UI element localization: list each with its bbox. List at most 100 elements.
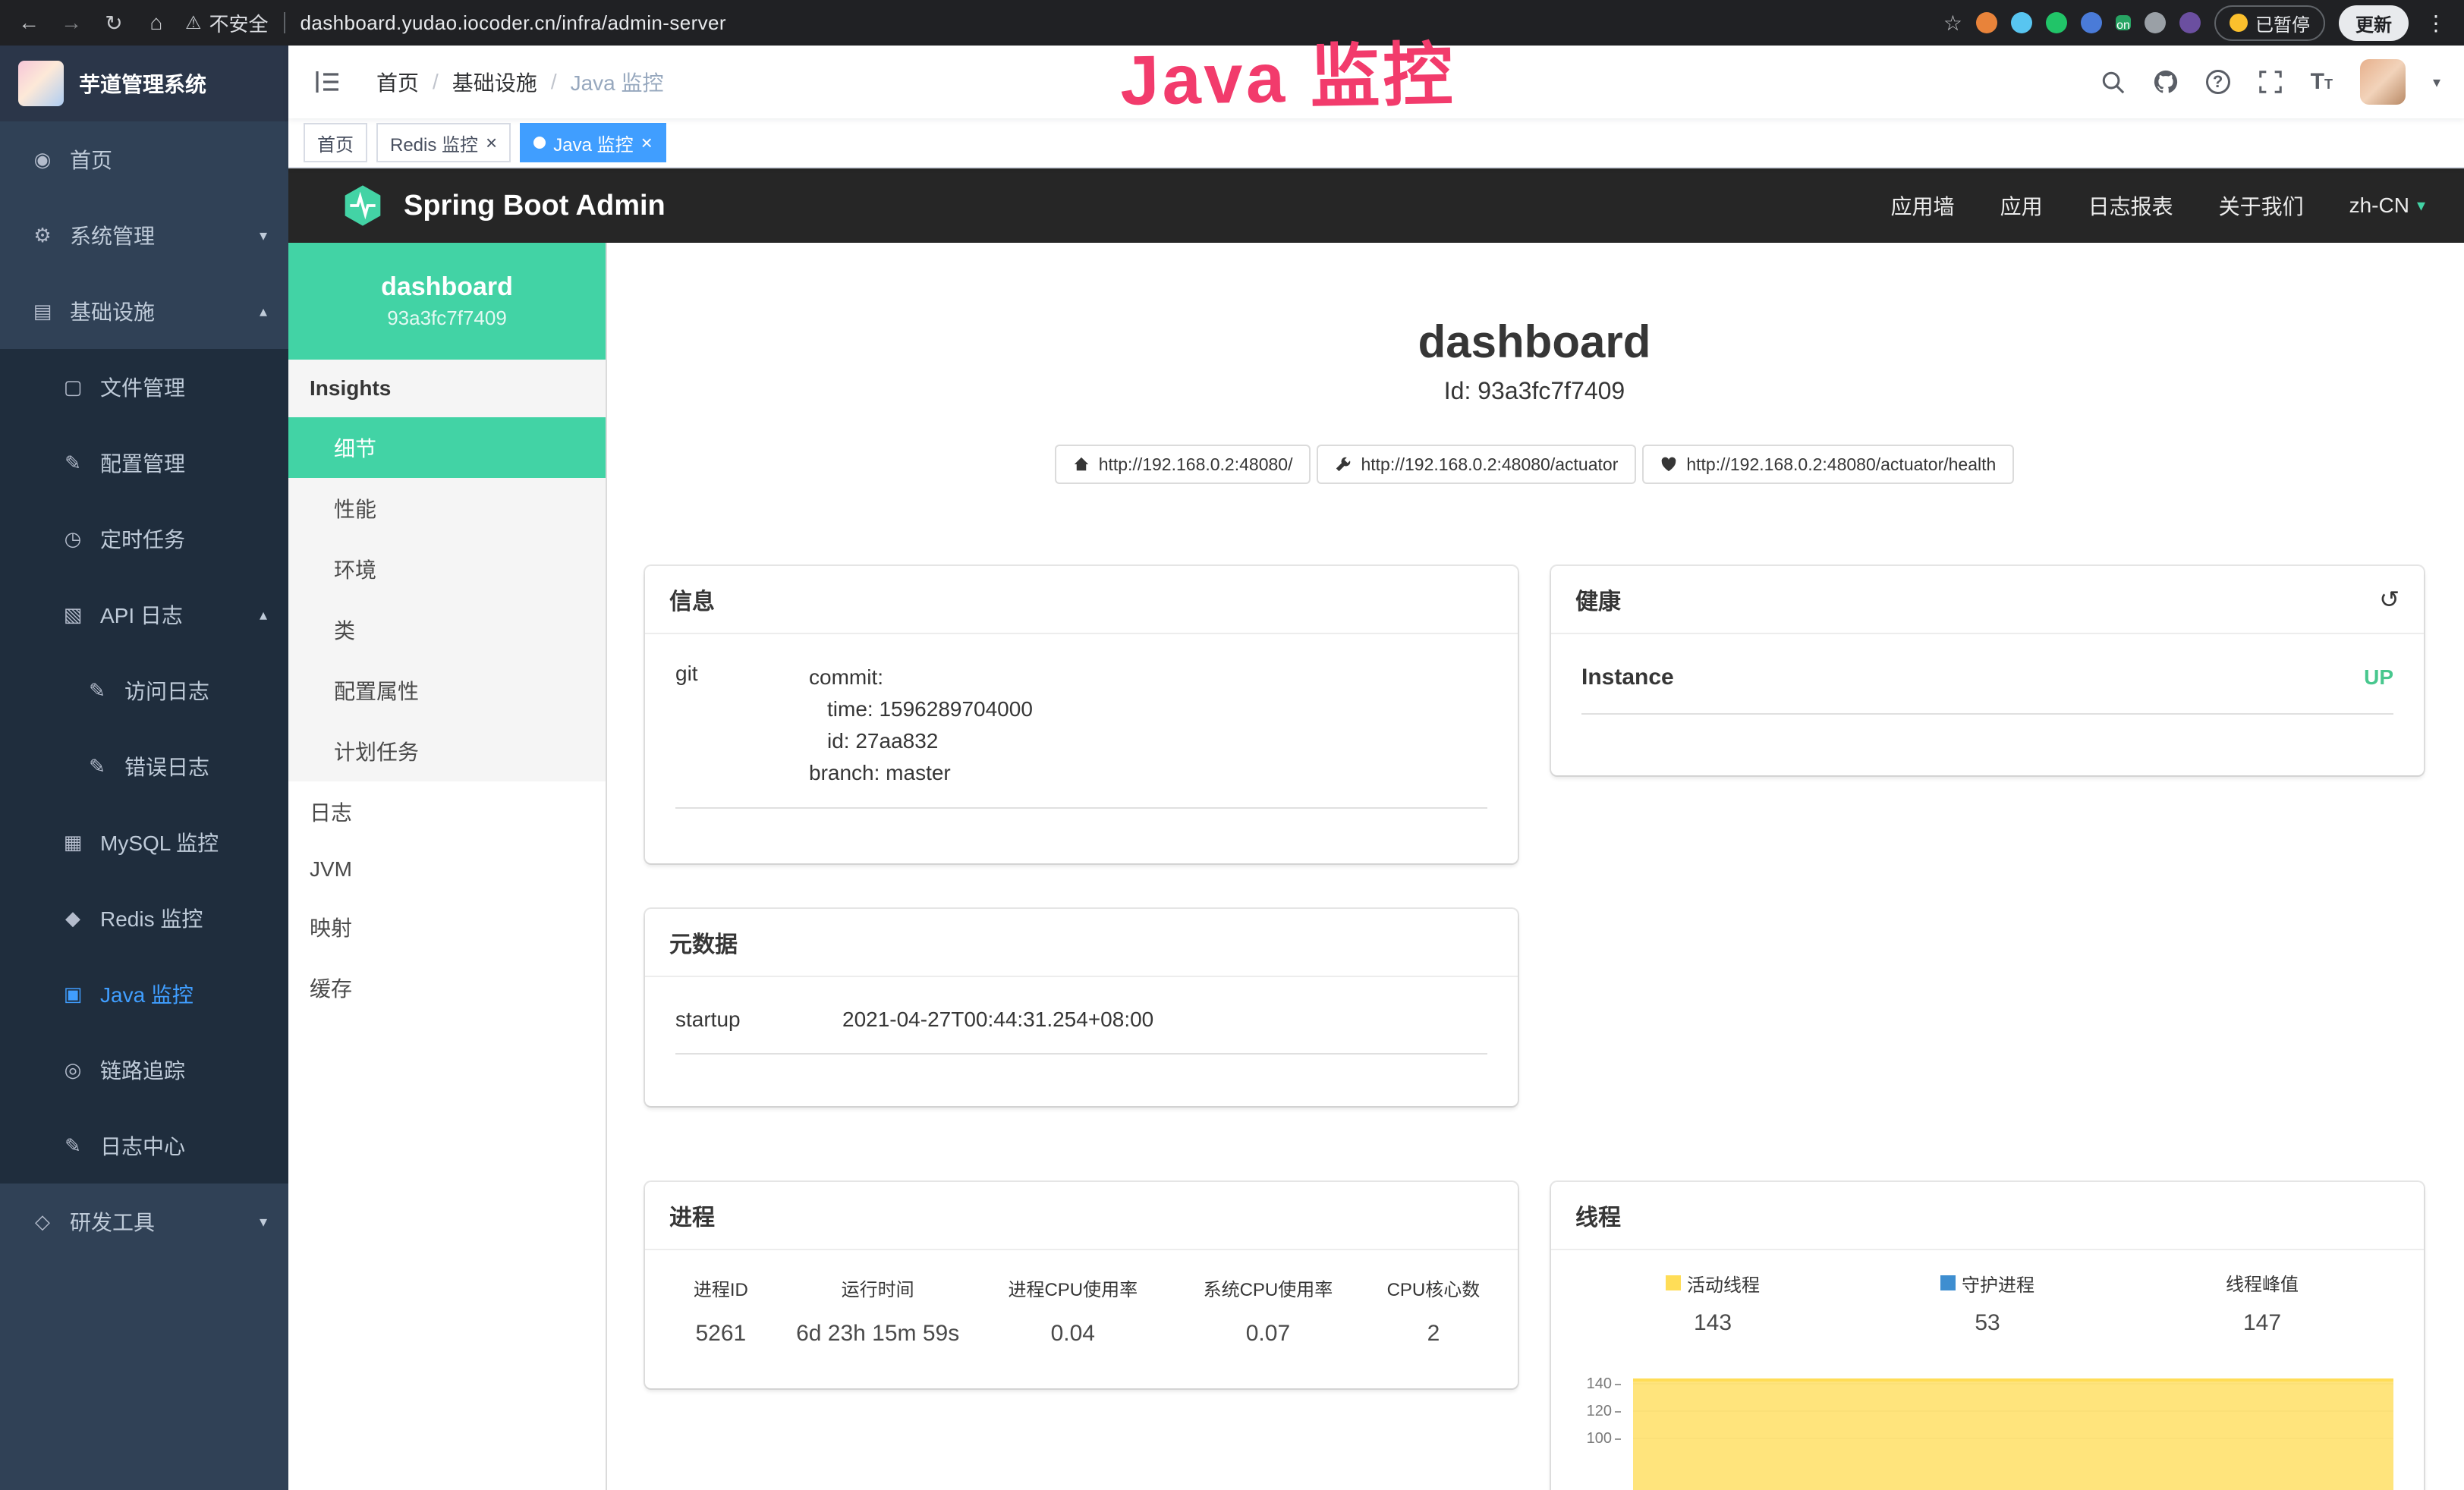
- dashboard-icon: ◉: [30, 148, 55, 171]
- bookmark-star-icon[interactable]: ☆: [1943, 11, 1962, 36]
- menu-item-caches[interactable]: 缓存: [288, 957, 606, 1018]
- tag-java-active[interactable]: Java 监控 ×: [520, 123, 666, 162]
- forward-icon[interactable]: →: [58, 11, 85, 35]
- home-icon: [1073, 456, 1090, 473]
- threads-area-chart: 140 120 100: [1575, 1357, 2399, 1490]
- extension-icon[interactable]: [2011, 12, 2032, 33]
- sba-nav-applications[interactable]: 应用: [2000, 190, 2043, 221]
- chevron-down-icon: ▾: [260, 226, 267, 245]
- sba-nav-wallboard[interactable]: 应用墙: [1891, 190, 1955, 221]
- legend-daemon-threads: 守护进程 53: [1850, 1268, 2125, 1336]
- service-url-button[interactable]: http://192.168.0.2:48080/: [1055, 445, 1311, 484]
- health-instance-row[interactable]: Instance UP: [1581, 665, 2393, 715]
- java-monitor-icon: ▣: [61, 982, 85, 1006]
- history-icon[interactable]: ↺: [2379, 585, 2399, 614]
- collapse-sidebar-icon[interactable]: [313, 67, 343, 97]
- extension-icon[interactable]: [2179, 12, 2201, 33]
- github-icon[interactable]: [2153, 69, 2179, 95]
- sidebar-item-api-log[interactable]: ▧ API 日志 ▴: [0, 577, 288, 652]
- menu-item-classes[interactable]: 类: [288, 599, 606, 660]
- sidebar-item-infra[interactable]: ▤ 基础设施 ▴: [0, 273, 288, 349]
- system-cpu: 系统CPU使用率 0.07: [1175, 1275, 1361, 1347]
- menu-item-environment[interactable]: 环境: [288, 539, 606, 599]
- threads-card: 线程 活动线程 143 守护进程: [1551, 1182, 2424, 1490]
- health-instance-label: Instance: [1581, 665, 1674, 690]
- help-icon[interactable]: ?: [2206, 70, 2230, 94]
- actuator-url-button[interactable]: http://192.168.0.2:48080/actuator: [1317, 445, 1636, 484]
- tag-home[interactable]: 首页: [304, 123, 367, 162]
- menu-item-scheduled-tasks[interactable]: 计划任务: [288, 721, 606, 781]
- sidebar-item-trace[interactable]: ◎ 链路追踪: [0, 1032, 288, 1108]
- update-button[interactable]: 更新: [2339, 5, 2409, 41]
- health-heart-icon: [1660, 456, 1677, 473]
- sidebar-item-config[interactable]: ✎ 配置管理: [0, 425, 288, 501]
- menu-item-config-props[interactable]: 配置属性: [288, 660, 606, 721]
- extension-on-icon[interactable]: on: [2116, 15, 2131, 30]
- git-commit-time: time: 1596289704000: [809, 693, 1033, 725]
- divider: [284, 12, 285, 33]
- menu-group-insights: Insights: [288, 360, 606, 417]
- browser-menu-icon[interactable]: ⋮: [2422, 11, 2450, 36]
- file-icon: ▢: [61, 376, 85, 399]
- extension-icon[interactable]: [1976, 12, 1997, 33]
- chevron-up-icon: ▴: [260, 302, 267, 321]
- sidebar-item-access-log[interactable]: ✎ 访问日志: [0, 652, 288, 728]
- fullscreen-icon[interactable]: [2258, 69, 2283, 95]
- sidebar-item-log-center[interactable]: ✎ 日志中心: [0, 1108, 288, 1184]
- metadata-startup-row: startup 2021-04-27T00:44:31.254+08:00: [675, 1007, 1487, 1055]
- menu-item-performance[interactable]: 性能: [288, 478, 606, 539]
- process-pid: 进程ID 5261: [657, 1275, 785, 1347]
- breadcrumb-home[interactable]: 首页: [376, 67, 419, 97]
- log-icon: ▧: [61, 603, 85, 627]
- y-tick-100: 100: [1575, 1430, 1621, 1448]
- sba-content: dashboard Id: 93a3fc7f7409 http://192.16…: [607, 243, 2464, 1490]
- reload-icon[interactable]: ↻: [100, 11, 127, 36]
- sba-nav-about[interactable]: 关于我们: [2219, 190, 2304, 221]
- y-tick-120: 120: [1575, 1403, 1621, 1420]
- blue-legend-swatch: [1940, 1275, 1956, 1290]
- health-url-button[interactable]: http://192.168.0.2:48080/actuator/health: [1642, 445, 2014, 484]
- sba-nav-journal[interactable]: 日志报表: [2088, 190, 2173, 221]
- site-security-chip[interactable]: ⚠ 不安全: [185, 9, 269, 37]
- address-bar[interactable]: dashboard.yudao.iocoder.cn/infra/admin-s…: [301, 11, 726, 35]
- menu-item-details[interactable]: 细节: [288, 417, 606, 478]
- git-branch: branch: master: [809, 757, 1033, 789]
- metadata-key: startup: [675, 1007, 842, 1032]
- tag-redis[interactable]: Redis 监控 ×: [376, 123, 511, 162]
- back-icon[interactable]: ←: [15, 11, 42, 35]
- extension-icon[interactable]: [2046, 12, 2067, 33]
- search-icon[interactable]: [2100, 69, 2126, 95]
- sidebar-item-job[interactable]: ◷ 定时任务: [0, 501, 288, 577]
- sidebar-item-mysql[interactable]: ▦ MySQL 监控: [0, 804, 288, 880]
- mysql-icon: ▦: [61, 831, 85, 854]
- smiley-icon: [2230, 14, 2248, 32]
- error-log-icon: ✎: [85, 755, 109, 778]
- sidebar-item-devtools[interactable]: ◇ 研发工具 ▾: [0, 1184, 288, 1259]
- paused-badge[interactable]: 已暂停: [2214, 5, 2325, 41]
- active-dot: [533, 137, 546, 149]
- user-caret-down-icon[interactable]: ▾: [2433, 73, 2440, 92]
- user-avatar[interactable]: [2360, 59, 2406, 105]
- sidebar-filler: [0, 1259, 288, 1490]
- font-size-icon[interactable]: TT: [2311, 69, 2333, 95]
- menu-item-mappings[interactable]: 映射: [288, 897, 606, 957]
- sidebar-item-file[interactable]: ▢ 文件管理: [0, 349, 288, 425]
- sidebar-item-system[interactable]: ⚙ 系统管理 ▾: [0, 197, 288, 273]
- sidebar-item-error-log[interactable]: ✎ 错误日志: [0, 728, 288, 804]
- sidebar-item-redis[interactable]: ◆ Redis 监控: [0, 880, 288, 956]
- legend-peak-threads: 线程峰值 147: [2125, 1268, 2399, 1336]
- sidebar-item-home[interactable]: ◉ 首页: [0, 121, 288, 197]
- breadcrumb-infra[interactable]: 基础设施: [452, 67, 537, 97]
- home-icon[interactable]: ⌂: [143, 11, 170, 35]
- metadata-card-title: 元数据: [669, 926, 738, 959]
- extension-icon[interactable]: [2145, 12, 2166, 33]
- close-icon[interactable]: ×: [486, 133, 497, 152]
- close-icon[interactable]: ×: [641, 133, 653, 152]
- log-center-icon: ✎: [61, 1134, 85, 1158]
- sba-locale-select[interactable]: zh-CN ▾: [2349, 193, 2425, 218]
- extension-icon[interactable]: [2081, 12, 2102, 33]
- sidebar-item-java[interactable]: ▣ Java 监控: [0, 956, 288, 1032]
- menu-item-logs[interactable]: 日志: [288, 781, 606, 842]
- instance-header[interactable]: dashboard 93a3fc7f7409: [288, 243, 606, 360]
- menu-item-jvm[interactable]: JVM: [288, 842, 606, 897]
